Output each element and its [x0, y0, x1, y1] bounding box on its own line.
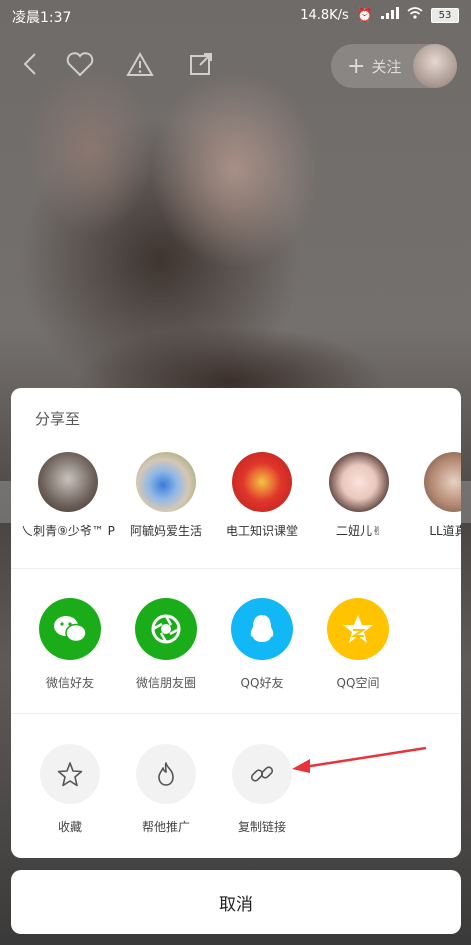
share-sheet: 分享至 乀刺青⑨少爷™ P 阿毓妈爱生活 电工知识课堂 二妞儿✌ LL道真（: [11, 388, 461, 858]
friend-list: 乀刺青⑨少爷™ P 阿毓妈爱生活 电工知识课堂 二妞儿✌ LL道真（: [11, 452, 461, 562]
battery-indicator: 53: [431, 7, 459, 23]
friend-avatar: [329, 452, 389, 512]
moments-icon: [135, 598, 197, 660]
friend-item[interactable]: 乀刺青⑨少爷™ P: [20, 452, 116, 539]
friend-item[interactable]: 二妞儿✌: [311, 452, 407, 539]
friend-name: 电工知识课堂: [225, 524, 298, 538]
wechat-icon: [39, 598, 101, 660]
friend-name: 乀刺青⑨少爷™ P: [21, 524, 115, 538]
divider: [11, 568, 461, 569]
heart-icon[interactable]: [60, 44, 100, 84]
friend-name: 二妞儿✌: [335, 524, 383, 538]
annotation-arrow: [292, 746, 427, 773]
share-sheet-title: 分享至: [35, 410, 81, 428]
signal-icon: [381, 7, 399, 23]
follow-label: 关注: [371, 57, 402, 76]
share-wechat-moments[interactable]: 微信朋友圈: [118, 598, 214, 691]
cancel-button[interactable]: 取消: [11, 870, 461, 934]
friend-avatar: [136, 452, 196, 512]
action-label: 收藏: [57, 820, 82, 834]
friend-item[interactable]: 电工知识课堂: [214, 452, 310, 539]
plus-icon: +: [347, 53, 366, 79]
friend-name: LL道真（: [429, 524, 461, 538]
share-wechat-friend[interactable]: 微信好友: [22, 598, 118, 691]
favorite-button[interactable]: 收藏: [22, 744, 118, 835]
status-bar: 凌晨1:37 14.8K/s ⏰ 53: [0, 0, 471, 32]
action-label: 帮他推广: [141, 820, 190, 834]
star-icon: [40, 744, 100, 804]
status-right: 14.8K/s ⏰ 53: [300, 7, 459, 23]
back-icon[interactable]: [10, 44, 50, 84]
qq-icon: [231, 598, 293, 660]
share-qq-friend[interactable]: QQ好友: [214, 598, 310, 691]
friend-avatar: [38, 452, 98, 512]
friend-item[interactable]: 阿毓妈爱生活: [118, 452, 214, 539]
author-avatar[interactable]: [413, 44, 457, 88]
promote-button[interactable]: 帮他推广: [118, 744, 214, 835]
friend-name: 阿毓妈爱生活: [129, 524, 202, 538]
share-app-label: 微信好友: [45, 676, 94, 690]
share-app-label: QQ空间: [336, 676, 380, 690]
share-app-label: 微信朋友圈: [135, 676, 196, 690]
wifi-icon: [407, 7, 423, 23]
network-speed: 14.8K/s: [300, 7, 349, 23]
share-qzone[interactable]: QQ空间: [310, 598, 406, 691]
share-app-label: QQ好友: [240, 676, 284, 690]
share-out-icon[interactable]: [181, 44, 221, 84]
friend-avatar: [424, 452, 461, 512]
link-icon: [232, 744, 292, 804]
share-app-list: 微信好友 微信朋友圈 QQ好友 QQ空间: [11, 598, 461, 698]
follow-button[interactable]: + 关注: [331, 44, 457, 88]
friend-avatar: [232, 452, 292, 512]
alarm-icon: ⏰: [356, 7, 373, 23]
status-time: 凌晨1:37: [12, 10, 72, 26]
report-icon[interactable]: [120, 44, 160, 84]
action-label: 复制链接: [237, 820, 286, 834]
bottom-strip: [0, 934, 471, 945]
friend-item[interactable]: LL道真（: [406, 452, 461, 539]
flame-icon: [136, 744, 196, 804]
divider: [11, 713, 461, 714]
qzone-icon: [327, 598, 389, 660]
